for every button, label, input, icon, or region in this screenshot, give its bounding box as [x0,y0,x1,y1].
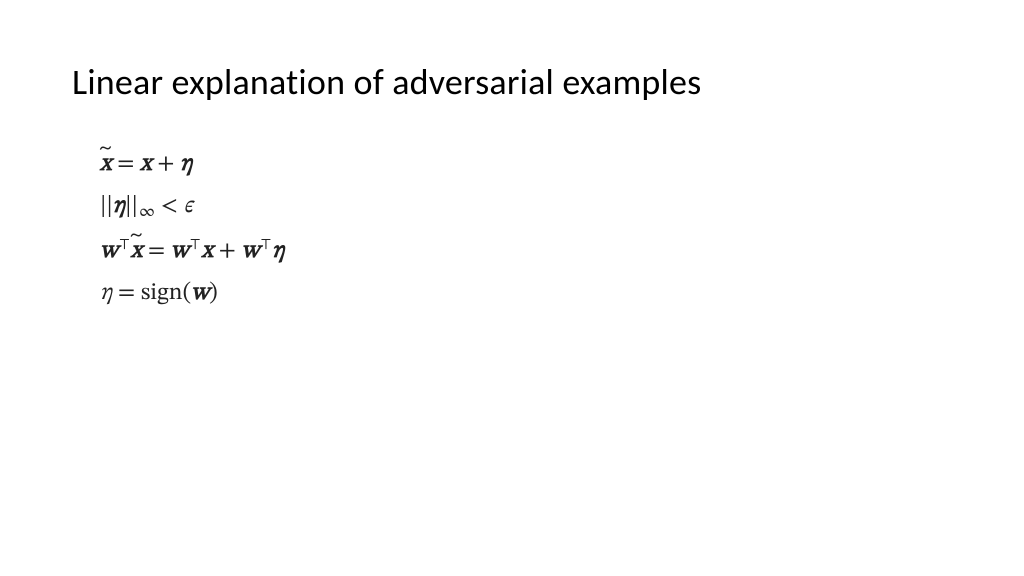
op-plus: + [219,239,242,263]
var-w: w [100,239,118,263]
var-w: w [242,239,260,263]
norm-left-bars: || [100,194,113,218]
slide-title: Linear explanation of adversarial exampl… [72,60,701,104]
op-equals: = [148,239,171,263]
var-x-tilde: x [100,152,112,176]
slide-body: x = x + η ||η||∞ < ϵ w⊤x = w⊤x + w⊤η η =… [100,152,284,323]
var-x-tilde: x [131,239,143,263]
transpose-icon: ⊤ [119,238,130,253]
var-x: x [201,239,213,263]
equation-2: ||η||∞ < ϵ [100,194,284,221]
var-eta-scalar: η [100,281,112,305]
equation-3: w⊤x = w⊤x + w⊤η [100,239,284,263]
paren-left: ( [183,281,192,305]
var-w: w [171,239,189,263]
var-eta: η [180,152,192,176]
op-equals: = [118,281,141,305]
subscript-infinity: ∞ [139,203,155,220]
transpose-icon: ⊤ [190,238,201,253]
var-epsilon: ϵ [183,194,192,218]
paren-right: ) [209,281,218,305]
fn-sign: sign [141,281,183,305]
op-plus: + [157,152,180,176]
slide: Linear explanation of adversarial exampl… [0,0,1024,576]
equation-4: η = sign(w) [100,281,284,305]
var-w: w [191,281,209,305]
equation-1: x = x + η [100,152,284,176]
op-equals: = [117,152,140,176]
transpose-icon: ⊤ [261,238,272,253]
norm-right-bars: || [125,194,138,218]
var-eta: η [272,239,284,263]
var-x: x [140,152,152,176]
op-less-than: < [161,194,184,218]
var-eta: η [113,194,125,218]
